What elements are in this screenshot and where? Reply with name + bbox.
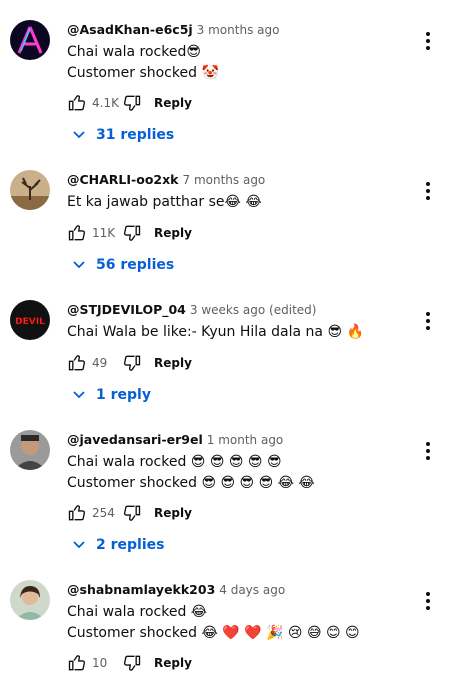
view-replies-button[interactable]: 1 reply bbox=[72, 387, 151, 403]
like-count: 254 bbox=[92, 506, 115, 520]
like-count: 4.1K bbox=[92, 96, 119, 110]
thumbs-down-icon[interactable] bbox=[122, 93, 142, 113]
avatar[interactable] bbox=[10, 580, 50, 620]
reply-button[interactable]: Reply bbox=[154, 96, 192, 110]
comment-actions: 254 Reply bbox=[67, 503, 192, 523]
like-count: 10 bbox=[92, 656, 108, 670]
thumbs-down-icon[interactable] bbox=[122, 653, 142, 673]
thumbs-down-icon[interactable] bbox=[122, 223, 142, 243]
more-options-icon[interactable] bbox=[420, 31, 436, 51]
comment-time[interactable]: 7 months ago bbox=[183, 173, 266, 187]
thumbs-up-icon[interactable] bbox=[67, 653, 87, 673]
reply-button[interactable]: Reply bbox=[154, 226, 192, 240]
replies-count: 1 reply bbox=[96, 387, 151, 403]
chevron-down-icon bbox=[73, 131, 85, 139]
avatar[interactable] bbox=[10, 20, 50, 60]
comment-text: Chai Wala be like:- Kyun Hila dala na 😎 … bbox=[67, 324, 364, 340]
thumbs-up-icon[interactable] bbox=[67, 503, 87, 523]
like-count: 49 bbox=[92, 356, 108, 370]
reply-button[interactable]: Reply bbox=[154, 356, 192, 370]
more-options-icon[interactable] bbox=[420, 181, 436, 201]
comment-author[interactable]: @CHARLI-oo2xk bbox=[67, 172, 179, 187]
thumbs-down-icon[interactable] bbox=[122, 503, 142, 523]
comment-time[interactable]: 4 days ago bbox=[219, 583, 285, 597]
comment-actions: 11K Reply bbox=[67, 223, 192, 243]
more-options-icon[interactable] bbox=[420, 591, 436, 611]
more-options-icon[interactable] bbox=[420, 311, 436, 331]
thumbs-down-icon[interactable] bbox=[122, 353, 142, 373]
avatar[interactable]: DEVIL bbox=[10, 300, 50, 340]
reply-button[interactable]: Reply bbox=[154, 656, 192, 670]
comment-time[interactable]: 3 weeks ago (edited) bbox=[190, 303, 317, 317]
comment-author[interactable]: @STJDEVILOP_04 bbox=[67, 302, 186, 317]
replies-count: 31 replies bbox=[96, 127, 175, 143]
more-options-icon[interactable] bbox=[420, 441, 436, 461]
comment-text: Chai wala rocked 😂 Customer shocked 😂 ❤️… bbox=[67, 604, 360, 641]
like-count: 11K bbox=[92, 226, 116, 240]
comment-text: Chai wala rocked😎 Customer shocked 🤡 bbox=[67, 44, 219, 81]
reply-button[interactable]: Reply bbox=[154, 506, 192, 520]
comment-text: Et ka jawab patthar se😂 😂 bbox=[67, 194, 262, 210]
comment-author[interactable]: @shabnamlayekk203 bbox=[67, 582, 215, 597]
comment-actions: 4.1K Reply bbox=[67, 93, 192, 113]
comment-actions: 49 Reply bbox=[67, 353, 192, 373]
comment-time[interactable]: 1 month ago bbox=[207, 433, 284, 447]
avatar-text: DEVIL bbox=[15, 317, 45, 327]
view-replies-button[interactable]: 31 replies bbox=[72, 127, 174, 143]
view-replies-button[interactable]: 2 replies bbox=[72, 537, 164, 553]
comment-author[interactable]: @AsadKhan-e6c5j bbox=[67, 22, 193, 37]
replies-count: 2 replies bbox=[96, 537, 165, 553]
avatar[interactable] bbox=[10, 170, 50, 210]
chevron-down-icon bbox=[73, 261, 85, 269]
comment-time[interactable]: 3 months ago bbox=[197, 23, 280, 37]
thumbs-up-icon[interactable] bbox=[67, 93, 87, 113]
comment-text: Chai wala rocked 😎 😎 😎 😎 😎 Customer shoc… bbox=[67, 454, 315, 491]
thumbs-up-icon[interactable] bbox=[67, 353, 87, 373]
comment-author[interactable]: @javedansari-er9el bbox=[67, 432, 203, 447]
chevron-down-icon bbox=[73, 541, 85, 549]
comment-actions: 10 Reply bbox=[67, 653, 192, 673]
view-replies-button[interactable]: 56 replies bbox=[72, 257, 174, 273]
thumbs-up-icon[interactable] bbox=[67, 223, 87, 243]
chevron-down-icon bbox=[73, 391, 85, 399]
replies-count: 56 replies bbox=[96, 257, 175, 273]
avatar[interactable] bbox=[10, 430, 50, 470]
